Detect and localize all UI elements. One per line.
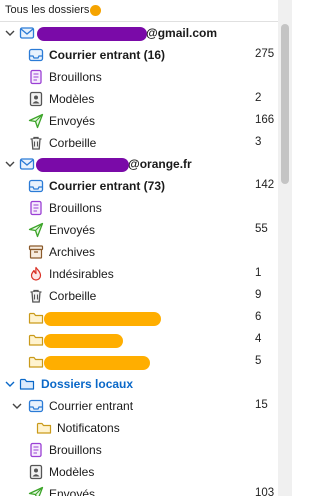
folder-label: Indésirables bbox=[49, 267, 114, 281]
message-count: 1 bbox=[255, 267, 262, 279]
chevron-down-icon[interactable] bbox=[4, 27, 16, 39]
redacted-account-name bbox=[36, 158, 129, 172]
folder-icon bbox=[28, 334, 44, 346]
drafts-icon bbox=[30, 442, 42, 458]
folder-pane-title: Tous les dossiers bbox=[5, 4, 90, 16]
message-count: 103 bbox=[255, 487, 275, 496]
inbox-icon bbox=[28, 399, 44, 413]
trash-icon bbox=[30, 289, 42, 303]
folder-label: Archives bbox=[49, 245, 96, 259]
redacted-folder-name bbox=[44, 312, 161, 326]
local-templates-row[interactable]: Modèles bbox=[0, 461, 278, 483]
folder-icon bbox=[28, 312, 44, 324]
drafts-icon bbox=[30, 69, 42, 85]
local-folder-icon bbox=[19, 378, 35, 390]
local-inbox-row[interactable]: Courrier entrant 15 bbox=[0, 395, 278, 417]
templates-icon bbox=[29, 91, 43, 107]
redacted-folder-name bbox=[44, 334, 123, 348]
folder-icon bbox=[28, 356, 44, 368]
account-suffix: @gmail.com bbox=[146, 26, 218, 40]
message-count: 9 bbox=[255, 289, 262, 301]
folder-label: Modèles bbox=[49, 465, 95, 479]
folder-icon bbox=[36, 422, 52, 434]
templates-icon bbox=[29, 464, 43, 480]
message-count: 2 bbox=[255, 92, 262, 104]
folder-label: Courrier entrant (73) bbox=[49, 179, 166, 193]
status-dot bbox=[90, 5, 101, 16]
local-notifications-row[interactable]: Notificatons bbox=[0, 417, 278, 439]
local-drafts-row[interactable]: Brouillons bbox=[0, 439, 278, 461]
folder-row-archives[interactable]: Archives bbox=[0, 241, 278, 263]
folder-row-sent[interactable]: Envoyés 55 bbox=[0, 219, 278, 241]
account-mail-icon bbox=[19, 158, 35, 170]
folder-row-redacted[interactable]: 5 bbox=[0, 351, 278, 373]
message-count: 4 bbox=[255, 333, 262, 345]
message-count: 15 bbox=[255, 399, 268, 411]
folder-label: Courrier entrant (16) bbox=[49, 48, 166, 62]
sent-icon bbox=[28, 113, 44, 129]
inbox-icon bbox=[28, 179, 44, 193]
folder-row-redacted[interactable]: 6 bbox=[0, 307, 278, 329]
sent-icon bbox=[28, 222, 44, 238]
chevron-down-icon[interactable] bbox=[4, 158, 16, 170]
sent-icon bbox=[28, 486, 44, 496]
account-mail-icon bbox=[19, 27, 35, 39]
folder-row-templates[interactable]: Modèles 2 bbox=[0, 88, 278, 110]
folder-row-inbox[interactable]: Courrier entrant (16) 275 bbox=[0, 44, 278, 66]
local-sent-row[interactable]: Envoyés 103 bbox=[0, 483, 278, 496]
folder-row-sent[interactable]: Envoyés 166 bbox=[0, 110, 278, 132]
folder-label: Brouillons bbox=[49, 70, 102, 84]
archive-icon bbox=[28, 245, 44, 259]
folder-row-junk[interactable]: Indésirables 1 bbox=[0, 263, 278, 285]
folder-row-inbox[interactable]: Courrier entrant (73) 142 bbox=[0, 175, 278, 197]
redacted-folder-name bbox=[44, 356, 150, 370]
account-row-orange[interactable]: @orange.fr bbox=[0, 153, 278, 175]
account-row-gmail[interactable]: @gmail.com bbox=[0, 22, 278, 44]
folder-label: Envoyés bbox=[49, 223, 96, 237]
local-folders-row[interactable]: Dossiers locaux bbox=[0, 373, 278, 395]
inbox-icon bbox=[28, 48, 44, 62]
folder-row-trash[interactable]: Corbeille 3 bbox=[0, 132, 278, 154]
folder-label: Brouillons bbox=[49, 201, 102, 215]
account-suffix: @orange.fr bbox=[128, 157, 192, 171]
folder-label: Brouillons bbox=[49, 443, 102, 457]
folder-label: Corbeille bbox=[49, 289, 97, 303]
local-folders-label: Dossiers locaux bbox=[41, 377, 134, 391]
folder-pane-header[interactable]: Tous les dossiers bbox=[0, 0, 278, 22]
junk-fire-icon bbox=[30, 266, 42, 281]
message-count: 6 bbox=[255, 311, 262, 323]
message-count: 55 bbox=[255, 223, 268, 235]
folder-row-drafts[interactable]: Brouillons bbox=[0, 197, 278, 219]
folder-row-redacted[interactable]: 4 bbox=[0, 329, 278, 351]
folder-label: Modèles bbox=[49, 92, 95, 106]
redacted-account-name bbox=[37, 27, 147, 41]
folder-label: Corbeille bbox=[49, 136, 97, 150]
chevron-down-icon[interactable] bbox=[4, 378, 16, 390]
scrollbar-thumb[interactable] bbox=[281, 24, 289, 184]
chevron-down-icon[interactable] bbox=[11, 400, 23, 412]
trash-icon bbox=[30, 136, 42, 150]
folder-row-drafts[interactable]: Brouillons bbox=[0, 66, 278, 88]
folder-label: Envoyés bbox=[49, 114, 96, 128]
drafts-icon bbox=[30, 200, 42, 216]
folder-label: Courrier entrant bbox=[49, 399, 134, 413]
message-count: 275 bbox=[255, 48, 275, 60]
message-count: 166 bbox=[255, 114, 275, 126]
message-count: 3 bbox=[255, 136, 262, 148]
folder-label: Notificatons bbox=[57, 421, 120, 435]
message-count: 142 bbox=[255, 179, 275, 191]
folder-row-trash[interactable]: Corbeille 9 bbox=[0, 285, 278, 307]
message-count: 5 bbox=[255, 355, 262, 367]
folder-label: Envoyés bbox=[49, 487, 96, 496]
